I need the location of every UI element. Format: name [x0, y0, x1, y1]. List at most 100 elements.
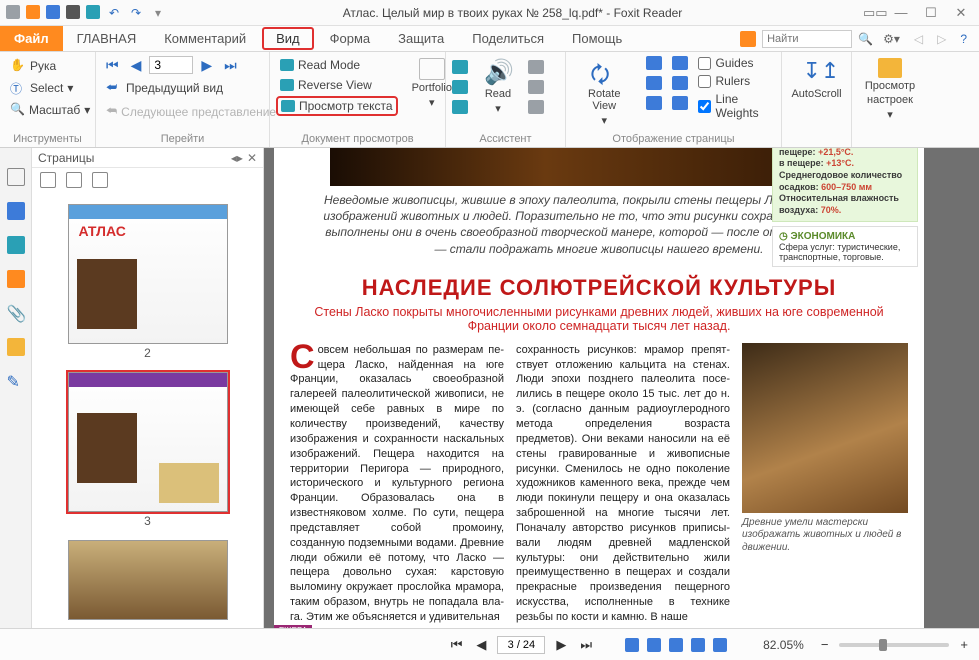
layout-icon-2[interactable] [646, 76, 662, 90]
new-icon[interactable] [6, 5, 20, 19]
reverse-view-button[interactable]: Reverse View [276, 76, 398, 94]
tab-file[interactable]: Файл [0, 26, 63, 51]
autoscroll-icon: ↧↥ [803, 58, 831, 86]
rotate-view-button[interactable]: 🗘 Rotate View▾ [572, 56, 636, 129]
status-bar: ⏮ ◀ ▶ ⏭ 82.05% − + [0, 628, 979, 660]
minimize-icon[interactable]: — [893, 5, 909, 21]
rulers-checkbox[interactable] [698, 75, 711, 88]
thumb-tool-2[interactable] [66, 172, 82, 188]
read-aloud-button[interactable]: 🔊 Read▾ [478, 56, 518, 117]
assist-icon-6[interactable] [528, 100, 544, 114]
status-page-input[interactable] [497, 636, 545, 654]
group-tools-caption: Инструменты [6, 131, 89, 145]
search-icon[interactable]: 🔍 [858, 32, 873, 46]
assist-icon-3[interactable] [452, 100, 468, 114]
page-input[interactable] [149, 56, 193, 74]
thumbnails-list[interactable]: АТЛАС 2 3 [32, 192, 263, 628]
search-input[interactable] [762, 30, 852, 48]
tab-protect[interactable]: Защита [384, 26, 458, 51]
read-mode-button[interactable]: Read Mode [276, 56, 398, 74]
status-layout-4[interactable] [691, 638, 705, 652]
signatures-icon[interactable]: ✎ [7, 372, 25, 390]
zoom-out-icon[interactable]: − [818, 637, 832, 652]
thumb-tool-3[interactable] [92, 172, 108, 188]
zoom-in-icon[interactable]: + [957, 637, 971, 652]
prefs-label2: настроек [867, 94, 913, 106]
zoom-knob[interactable] [879, 639, 887, 651]
guides-checkbox[interactable] [698, 57, 711, 70]
layout-icon-5[interactable] [672, 76, 688, 90]
lineweights-checkbox[interactable] [698, 100, 711, 113]
tab-form[interactable]: Форма [316, 26, 385, 51]
view-prefs-button[interactable]: Просмотр настроек▾ [858, 56, 922, 123]
text-view-button[interactable]: Просмотр текста [276, 96, 398, 116]
open-icon[interactable] [26, 5, 40, 19]
rulers-check[interactable]: Rulers [698, 74, 775, 88]
assist-icon-4[interactable] [528, 60, 544, 74]
last-page-icon[interactable]: ⏭ [220, 57, 241, 74]
layout-icon-3[interactable] [646, 96, 662, 110]
prev-page-icon[interactable]: ◀ [127, 57, 146, 74]
comments-icon[interactable] [7, 270, 25, 288]
close-icon[interactable]: ✕ [953, 5, 969, 21]
layout-icon-4[interactable] [672, 56, 688, 70]
read-label: Read [485, 88, 511, 100]
help-icon[interactable]: ? [956, 32, 971, 46]
thumb-tool-1[interactable] [40, 172, 56, 188]
save-icon[interactable] [46, 5, 60, 19]
undo-icon[interactable]: ↶ [106, 5, 122, 21]
guides-check[interactable]: Guides [698, 56, 775, 70]
find-folder-icon[interactable] [740, 31, 756, 47]
maximize-icon[interactable]: ☐ [923, 5, 939, 21]
print-icon[interactable] [66, 5, 80, 19]
status-first-icon[interactable]: ⏮ [448, 637, 466, 653]
bookmarks-icon[interactable] [7, 168, 25, 186]
lineweights-check[interactable]: Line Weights [698, 92, 775, 120]
status-prev-icon[interactable]: ◀ [473, 637, 489, 653]
status-layout-2[interactable] [647, 638, 661, 652]
first-page-icon[interactable]: ⏮ [102, 57, 123, 74]
thumbnail-item[interactable]: 3 [68, 372, 228, 528]
hand-tool[interactable]: ✋Рука [6, 56, 89, 76]
status-next-icon[interactable]: ▶ [553, 637, 569, 653]
nav-back-icon[interactable]: ◁ [910, 32, 927, 46]
tab-comment[interactable]: Комментарий [150, 26, 260, 51]
status-layout-3[interactable] [669, 638, 683, 652]
zoom-tool[interactable]: 🔍Масштаб ▾ [6, 100, 89, 120]
text-view-icon [281, 100, 295, 112]
qat-more-icon[interactable]: ▾ [150, 5, 166, 21]
thumbnail-item[interactable]: АТЛАС 2 [68, 204, 228, 360]
assist-icon-5[interactable] [528, 80, 544, 94]
tab-view[interactable]: Вид [262, 27, 314, 50]
prev-view-button[interactable]: ⮨Предыдущий вид [102, 78, 263, 98]
thumbnails-close-icon[interactable]: ✕ [247, 151, 257, 165]
redo-icon[interactable]: ↷ [128, 5, 144, 21]
layout-icon-1[interactable] [646, 56, 662, 70]
nav-fwd-icon[interactable]: ▷ [933, 32, 950, 46]
zoom-slider[interactable] [839, 643, 949, 647]
tab-home[interactable]: ГЛАВНАЯ [63, 26, 151, 51]
thumbnail-item[interactable] [68, 540, 228, 620]
page-canvas: Средняя температура в пещере: +21,5°C. в… [274, 148, 924, 628]
assist-icon-1[interactable] [452, 60, 468, 74]
assist-icon-2[interactable] [452, 80, 468, 94]
status-layout-5[interactable] [713, 638, 727, 652]
layout-icon-6[interactable] [672, 96, 688, 110]
autoscroll-button[interactable]: ↧↥ AutoScroll [788, 56, 845, 102]
thumbnails-collapse-icon[interactable]: ◂▸ [231, 151, 243, 165]
select-tool[interactable]: ⓉSelect ▾ [6, 78, 89, 98]
status-last-icon[interactable]: ⏭ [577, 637, 595, 653]
document-view[interactable]: Средняя температура в пещере: +21,5°C. в… [264, 148, 979, 628]
next-page-icon[interactable]: ▶ [197, 57, 216, 74]
pages-panel-icon[interactable] [7, 202, 25, 220]
layers-icon[interactable] [7, 236, 25, 254]
tab-share[interactable]: Поделиться [458, 26, 558, 51]
security-icon[interactable] [7, 338, 25, 356]
ribbon-collapse-icon[interactable]: ▭▭ [863, 5, 879, 21]
tab-help[interactable]: Помощь [558, 26, 636, 51]
col1-text: овсем небольшая по размерам пе­щера Ласк… [290, 344, 504, 623]
status-layout-1[interactable] [625, 638, 639, 652]
settings-gear-icon[interactable]: ⚙▾ [879, 32, 904, 46]
attachments-icon[interactable]: 📎 [7, 304, 25, 322]
email-icon[interactable] [86, 5, 100, 19]
